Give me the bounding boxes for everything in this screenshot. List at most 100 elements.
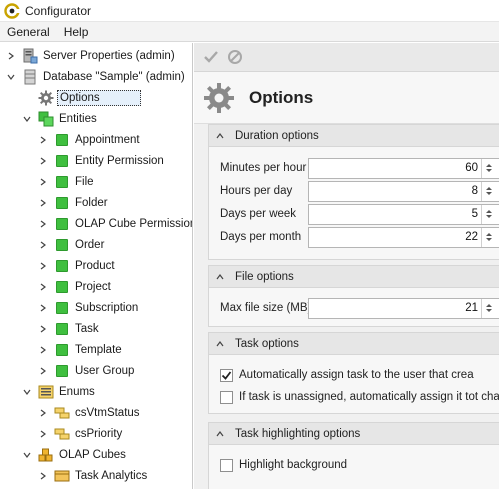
page-header: Options	[194, 72, 499, 124]
chevron-up-icon[interactable]	[215, 339, 225, 349]
tree-item-olap-cube[interactable]: Task Analytics	[38, 465, 147, 486]
chevron-right-icon[interactable]	[38, 324, 48, 334]
tree-item-entity[interactable]: Product	[38, 255, 115, 276]
spinner-arrows[interactable]	[481, 204, 496, 224]
highlight-background-row[interactable]: Highlight background	[220, 456, 347, 474]
chevron-right-icon[interactable]	[38, 219, 48, 229]
days-per-week-spinner[interactable]	[308, 203, 499, 225]
chevron-right-icon[interactable]	[38, 366, 48, 376]
tree-item-enum[interactable]: csVtmStatus	[38, 402, 140, 423]
menu-general[interactable]: General	[0, 22, 57, 42]
tree-item-label: Enums	[59, 385, 95, 398]
minutes-per-hour-spinner[interactable]	[308, 157, 499, 179]
hours-per-day-spinner[interactable]	[308, 180, 499, 202]
chevron-right-icon[interactable]	[38, 471, 48, 481]
cancel-icon[interactable]	[226, 48, 244, 66]
spinner-arrows[interactable]	[481, 298, 496, 318]
tree-item-server-properties[interactable]: Server Properties (admin)	[6, 45, 175, 66]
entity-icon	[54, 195, 70, 211]
title-bar: Configurator	[0, 0, 499, 22]
chevron-down-icon[interactable]	[6, 72, 16, 82]
tree-item-entity[interactable]: Entity Permission	[38, 150, 164, 171]
tree-item-enums[interactable]: Enums	[22, 381, 95, 402]
tree-item-label: csPriority	[75, 427, 123, 440]
tree-item-entity[interactable]: Order	[38, 234, 104, 255]
auto-assign-checkbox-row[interactable]: Automatically assign task to the user th…	[220, 366, 474, 384]
hours-per-day-row: Hours per day	[209, 180, 499, 202]
chevron-right-icon[interactable]	[38, 156, 48, 166]
tree-item-enum[interactable]: csPriority	[38, 423, 122, 444]
max-file-size-input[interactable]	[309, 298, 481, 318]
chevron-up-icon[interactable]	[215, 131, 225, 141]
tree-item-entity[interactable]: File	[38, 171, 94, 192]
task-options-group: Task options Automatically assign task t…	[208, 332, 499, 414]
tree-item-entity[interactable]: User Group	[38, 360, 134, 381]
navigation-tree[interactable]: Server Properties (admin) Database "Samp…	[0, 43, 193, 489]
tree-item-label: Folder	[75, 196, 108, 209]
check-icon[interactable]	[202, 48, 220, 66]
days-per-month-spinner[interactable]	[308, 226, 499, 248]
tree-item-options[interactable]: Options	[38, 87, 141, 108]
tree-item-label: User Group	[75, 364, 135, 377]
entity-icon	[54, 216, 70, 232]
field-label: Days per month	[220, 231, 302, 243]
group-title: Task options	[235, 337, 299, 350]
chevron-right-icon[interactable]	[38, 282, 48, 292]
chevron-right-icon[interactable]	[38, 345, 48, 355]
minutes-per-hour-input[interactable]	[309, 158, 481, 178]
tree-item-entity[interactable]: Folder	[38, 192, 108, 213]
file-options-header[interactable]: File options	[209, 266, 499, 288]
tree-item-label: Project	[75, 280, 111, 293]
chevron-right-icon[interactable]	[38, 135, 48, 145]
chevron-right-icon[interactable]	[38, 240, 48, 250]
tree-item-entity[interactable]: Subscription	[38, 297, 138, 318]
days-per-week-input[interactable]	[309, 204, 481, 224]
chevron-right-icon[interactable]	[38, 429, 48, 439]
days-per-month-input[interactable]	[309, 227, 481, 247]
tree-item-label: Subscription	[75, 301, 139, 314]
chevron-up-icon[interactable]	[215, 272, 225, 282]
auto-assign-checkbox[interactable]	[220, 368, 233, 382]
tree-item-entity[interactable]: Template	[38, 339, 122, 360]
entities-icon	[38, 111, 54, 127]
tree-item-entity[interactable]: OLAP Cube Permission	[38, 213, 192, 234]
tree-item-label: Task Analytics	[75, 469, 148, 482]
chevron-right-icon[interactable]	[38, 261, 48, 271]
spinner-arrows[interactable]	[481, 227, 496, 247]
tree-item-entity[interactable]: Appointment	[38, 129, 140, 150]
task-options-header[interactable]: Task options	[209, 333, 499, 355]
field-label: Max file size (MB)	[220, 302, 312, 314]
chevron-down-icon[interactable]	[22, 450, 32, 460]
chevron-right-icon[interactable]	[38, 303, 48, 313]
group-title: Duration options	[235, 129, 319, 142]
unassigned-checkbox[interactable]	[220, 390, 233, 404]
chevron-right-icon[interactable]	[38, 198, 48, 208]
tree-item-database[interactable]: Database "Sample" (admin)	[6, 66, 185, 87]
spinner-arrows[interactable]	[481, 158, 496, 178]
chevron-right-icon[interactable]	[6, 51, 16, 61]
checkbox-label: If task is unassigned, automatically ass…	[239, 391, 499, 403]
chevron-right-icon[interactable]	[38, 177, 48, 187]
field-label: Minutes per hour	[220, 162, 307, 174]
chevron-up-icon[interactable]	[215, 429, 225, 439]
duration-options-header[interactable]: Duration options	[209, 125, 499, 147]
menu-help[interactable]: Help	[57, 22, 96, 42]
tree-item-entity[interactable]: Project	[38, 276, 111, 297]
tree-item-entity[interactable]: Task	[38, 318, 99, 339]
chevron-right-icon[interactable]	[38, 408, 48, 418]
checkbox-label: Highlight background	[239, 459, 348, 471]
entity-icon	[54, 279, 70, 295]
max-file-size-spinner[interactable]	[308, 297, 499, 319]
task-highlighting-header[interactable]: Task highlighting options	[209, 423, 499, 445]
chevron-down-icon[interactable]	[22, 387, 32, 397]
checkbox-label: Automatically assign task to the user th…	[239, 369, 474, 381]
highlight-background-checkbox[interactable]	[220, 458, 233, 472]
chevron-down-icon[interactable]	[22, 114, 32, 124]
hours-per-day-input[interactable]	[309, 181, 481, 201]
duration-options-group: Duration options Minutes per hour Hours …	[208, 124, 499, 260]
unassigned-checkbox-row[interactable]: If task is unassigned, automatically ass…	[220, 388, 499, 406]
spinner-arrows[interactable]	[481, 181, 496, 201]
tree-item-label: Order	[75, 238, 105, 251]
tree-item-olap-cubes[interactable]: OLAP Cubes	[22, 444, 126, 465]
tree-item-entities[interactable]: Entities	[22, 108, 97, 129]
